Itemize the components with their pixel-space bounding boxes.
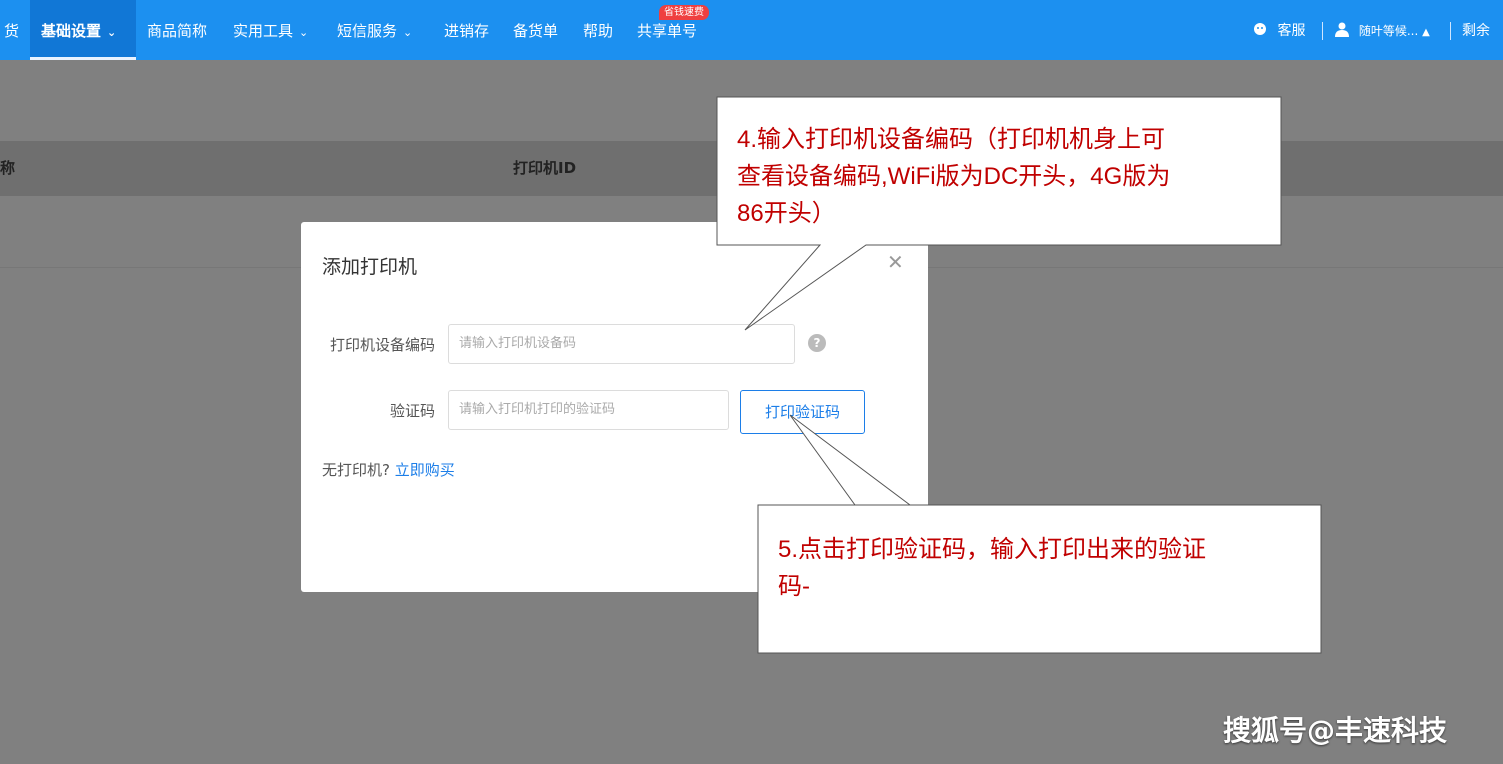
divider [1450,22,1451,40]
nav-item-basic-settings[interactable]: 基础设置 ⌄ [30,0,136,60]
customer-service[interactable]: 客服 [1253,0,1305,60]
no-printer-text: 无打印机? [322,461,390,479]
nav-item-partial[interactable]: 货 [0,0,28,60]
device-code-input[interactable]: 请输入打印机设备码 [448,324,795,364]
remaining-label: 剩余 [1462,23,1490,39]
chevron-down-icon: ⌄ [107,26,117,39]
nav-item-sms[interactable]: 短信服务 ⌄ [337,0,412,60]
col-name: 称 [0,159,16,177]
callout-line: 5.点击打印验证码，输入打印出来的验证 [778,536,1207,563]
no-printer-hint: 无打印机? 立即购买 [322,459,455,480]
callout-step4-text: 4.输入打印机设备编码（打印机机身上可 查看设备编码,WiFi版为DC开头，4G… [737,121,1170,232]
callout-step5-text: 5.点击打印验证码，输入打印出来的验证 码- [778,531,1206,605]
nav-item-inventory[interactable]: 进销存 [444,0,489,60]
close-icon[interactable]: ✕ [887,250,904,274]
user-icon [1335,22,1349,37]
user-menu[interactable]: 随叶等候... ▲ [1335,0,1430,60]
nav-item-tools[interactable]: 实用工具 ⌄ [233,0,308,60]
caret-up-icon: ▲ [1422,27,1430,38]
chevron-down-icon: ⌄ [403,26,413,39]
verify-code-input[interactable]: 请输入打印机打印的验证码 [448,390,729,430]
divider [1322,22,1323,40]
nav-label: 基础设置 [41,22,102,40]
verify-code-label: 验证码 [389,402,435,420]
nav-label: 实用工具 [233,22,294,40]
top-nav: 货 基础设置 ⌄ 商品简称 实用工具 ⌄ 短信服务 ⌄ 进销存 备货单 帮助 共享单号… [0,0,1503,60]
callout-line: 86开头） [737,200,836,227]
user-name: 随叶等候... [1358,24,1419,38]
print-verify-code-button[interactable]: 打印验证码 [740,390,865,434]
nav-item-help[interactable]: 帮助 [583,0,613,60]
nav-item-product-abbr[interactable]: 商品简称 [147,0,207,60]
col-printer-id: 打印机ID [513,159,577,177]
device-code-label: 打印机设备编码 [329,336,435,354]
help-icon[interactable]: ? [808,334,826,352]
nav-item-stock-list[interactable]: 备货单 [513,0,558,60]
service-label: 客服 [1277,23,1306,39]
watermark: 搜狐号@丰速科技 [1223,714,1448,747]
buy-now-link[interactable]: 立即购买 [395,461,455,479]
chat-icon [1254,23,1266,35]
callout-line: 码- [778,573,810,600]
nav-label: 短信服务 [337,22,398,40]
dialog-title: 添加打印机 [322,256,418,278]
chevron-down-icon: ⌄ [299,26,309,39]
promo-badge: 省钱速费 [659,5,709,20]
callout-line: 查看设备编码,WiFi版为DC开头，4G版为 [737,163,1171,190]
callout-line: 4.输入打印机设备编码（打印机机身上可 [737,126,1166,153]
